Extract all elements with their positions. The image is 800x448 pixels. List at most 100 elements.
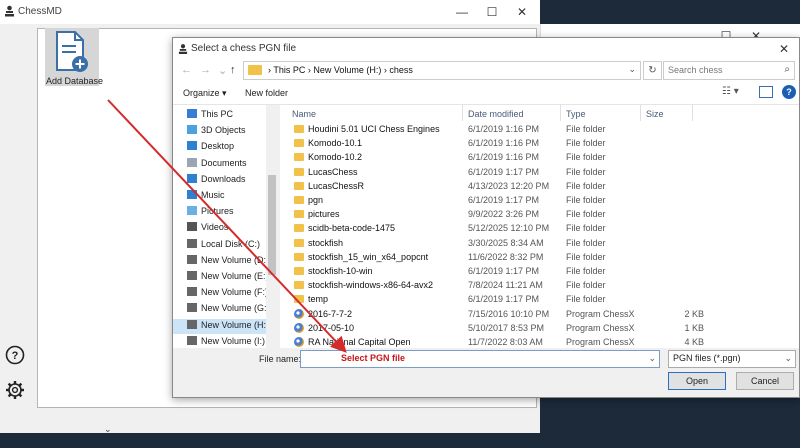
nav-item[interactable]: Desktop bbox=[187, 141, 234, 156]
nav-item[interactable]: Documents bbox=[187, 157, 247, 173]
nav-item[interactable]: New Volume (G:) bbox=[187, 303, 270, 318]
file-row[interactable]: temp 6/1/2019 1:17 PM File folder bbox=[290, 293, 790, 307]
file-name: LucasChess bbox=[308, 166, 358, 177]
nav-item[interactable]: 3D Objects bbox=[187, 125, 246, 140]
file-row[interactable]: pictures 9/9/2022 3:26 PM File folder bbox=[290, 208, 790, 222]
file-date: 9/9/2022 3:26 PM bbox=[468, 209, 540, 220]
folder-icon bbox=[294, 267, 304, 275]
file-name: LucasChessR bbox=[308, 180, 365, 191]
svg-text:?: ? bbox=[12, 350, 19, 362]
file-date: 6/1/2019 1:17 PM bbox=[468, 294, 540, 305]
nav-item-label: New Volume (E:) bbox=[201, 271, 269, 281]
file-name-input[interactable]: Select PGN file ⌄ bbox=[300, 350, 660, 368]
maximize-button[interactable]: ☐ bbox=[477, 0, 507, 24]
dialog-toolbar: Organize ▾ New folder ☷ ▾ ? bbox=[173, 82, 799, 105]
forward-icon[interactable]: → bbox=[200, 64, 211, 76]
file-name: stockfish_15_win_x64_popcnt bbox=[308, 251, 429, 262]
file-type: Program ChessX bbox=[566, 337, 635, 347]
file-row[interactable]: Komodo-10.2 6/1/2019 1:16 PM File folder bbox=[290, 151, 790, 165]
nav-item[interactable]: New Volume (D:) bbox=[187, 254, 269, 270]
navigation-pane-scrollbar[interactable] bbox=[266, 105, 278, 348]
file-date: 4/13/2023 12:20 PM bbox=[468, 180, 550, 191]
file-date: 11/7/2022 8:03 AM bbox=[468, 337, 543, 347]
scroll-chevron-icon[interactable]: ⌄ bbox=[104, 424, 112, 435]
nav-item[interactable]: Videos bbox=[187, 222, 228, 237]
new-folder-button[interactable]: New folder bbox=[245, 88, 288, 98]
file-type: Program ChessX bbox=[566, 322, 635, 333]
file-row[interactable]: pgn 6/1/2019 1:17 PM File folder bbox=[290, 194, 790, 208]
nav-item[interactable]: Music bbox=[187, 190, 225, 205]
desktop-icon bbox=[187, 141, 197, 151]
file-row[interactable]: scidb-beta-code-1475 5/12/2025 12:10 PM Fi… bbox=[290, 222, 790, 236]
folder-icon bbox=[248, 65, 262, 75]
file-date: 5/10/2017 8:53 PM bbox=[468, 322, 545, 333]
file-name: pictures bbox=[308, 209, 340, 220]
nav-item-label: This PC bbox=[201, 109, 234, 119]
file-type: File folder bbox=[566, 138, 606, 149]
file-name: Komodo-10.2 bbox=[308, 152, 363, 163]
column-header-size[interactable]: Size bbox=[646, 109, 664, 119]
refresh-button[interactable]: ↻ bbox=[643, 61, 662, 80]
file-row[interactable]: stockfish-windows-x86-64-avx2 7/8/2024 11… bbox=[290, 279, 790, 293]
cancel-button[interactable]: Cancel bbox=[736, 372, 794, 390]
file-row[interactable]: stockfish 3/30/2025 8:34 AM File folder bbox=[290, 237, 790, 251]
close-button[interactable]: ✕ bbox=[507, 0, 537, 24]
file-type: File folder bbox=[566, 294, 606, 305]
back-icon[interactable]: ← bbox=[181, 64, 192, 76]
file-type: File folder bbox=[566, 266, 606, 276]
nav-item[interactable]: Pictures bbox=[187, 206, 234, 221]
minimize-button[interactable]: — bbox=[447, 0, 477, 24]
open-button[interactable]: Open bbox=[668, 372, 726, 390]
column-separator bbox=[560, 105, 561, 121]
file-type: File folder bbox=[566, 195, 606, 205]
nav-item[interactable]: New Volume (F:) bbox=[187, 287, 268, 302]
file-type: Program ChessX bbox=[566, 308, 635, 319]
column-header-name[interactable]: Name bbox=[292, 109, 316, 119]
drive-icon bbox=[187, 319, 197, 329]
filter-dropdown-icon[interactable]: ⌄ bbox=[784, 353, 792, 364]
file-row[interactable]: Houdini 5.01 UCI Chess Engines 6/1/2019 1… bbox=[290, 123, 790, 137]
file-row[interactable]: LucasChessR 4/13/2023 12:20 PM File folder bbox=[290, 180, 790, 194]
navigation-pane: This PC 3D Objects Desktop Documents Downloa… bbox=[173, 105, 278, 348]
drive-icon bbox=[187, 303, 197, 313]
nav-item[interactable]: New Volume (E:) bbox=[187, 271, 269, 286]
nav-item[interactable]: Downloads bbox=[187, 173, 246, 189]
file-row[interactable]: Komodo-10.1 6/1/2019 1:16 PM File folder bbox=[290, 137, 790, 151]
folder-icon bbox=[294, 295, 304, 304]
column-header-date[interactable]: Date modified bbox=[468, 109, 524, 119]
nav-item[interactable]: New Volume (H:) bbox=[187, 319, 269, 335]
file-type-filter[interactable]: PGN files (*.pgn) ⌄ bbox=[668, 350, 796, 368]
file-type: File folder bbox=[566, 209, 606, 220]
file-date: 5/12/2025 12:10 PM bbox=[468, 223, 550, 234]
nav-item[interactable]: This PC bbox=[187, 109, 233, 124]
organize-button[interactable]: Organize ▾ bbox=[183, 88, 227, 99]
file-row[interactable]: 2016-7-7-2 7/15/2016 10:10 PM Program Ches… bbox=[290, 308, 790, 322]
search-icon[interactable]: ⌕ bbox=[784, 64, 790, 75]
address-dropdown-icon[interactable]: ⌄ bbox=[628, 64, 636, 75]
address-bar[interactable]: › This PC › New Volume (H:) › chess ⌄ bbox=[243, 61, 641, 80]
recent-dropdown-icon[interactable]: ⌄ bbox=[218, 64, 227, 77]
settings-gear-icon[interactable] bbox=[5, 380, 25, 400]
documents-icon bbox=[187, 157, 197, 167]
file-name-dropdown-icon[interactable]: ⌄ bbox=[648, 353, 656, 364]
up-folder-icon[interactable]: ↑ bbox=[230, 64, 236, 76]
search-box[interactable]: Search chess ⌕ bbox=[663, 61, 795, 80]
nav-item-label: Pictures bbox=[201, 206, 234, 217]
file-row[interactable]: LucasChess 6/1/2019 1:17 PM File folder bbox=[290, 166, 790, 180]
preview-pane-icon[interactable] bbox=[759, 86, 773, 98]
nav-item[interactable]: Local Disk (C:) bbox=[187, 238, 260, 254]
file-row[interactable]: stockfish-10-win 6/1/2019 1:17 PM File fol… bbox=[290, 265, 790, 279]
scrollbar-thumb[interactable] bbox=[268, 175, 276, 275]
nav-item-label: Documents bbox=[201, 157, 247, 168]
file-row[interactable]: 2017-05-10 5/10/2017 8:53 PM Program Chess… bbox=[290, 322, 790, 336]
file-date: 6/1/2019 1:16 PM bbox=[468, 138, 540, 149]
help-button[interactable]: ? bbox=[782, 85, 796, 99]
file-row[interactable]: RA National Capital Open 11/7/2022 8:03 A… bbox=[290, 336, 790, 348]
file-row[interactable]: stockfish_15_win_x64_popcnt 11/6/2022 8:3… bbox=[290, 251, 790, 265]
file-name: 2017-05-10 bbox=[308, 322, 355, 333]
dialog-close-button[interactable]: ✕ bbox=[771, 38, 797, 60]
help-icon[interactable]: ? bbox=[5, 345, 25, 365]
column-header-type[interactable]: Type bbox=[566, 109, 586, 119]
view-options-button[interactable]: ☷ ▾ bbox=[722, 86, 739, 97]
nav-item[interactable]: New Volume (I:) bbox=[187, 335, 265, 348]
